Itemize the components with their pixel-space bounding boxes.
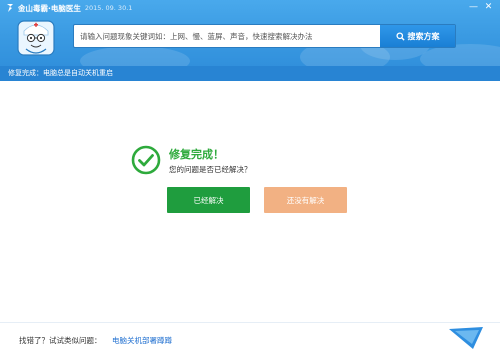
checkmark-circle-icon	[131, 145, 161, 175]
app-version-date: 2015. 09. 30.1	[84, 4, 133, 12]
close-button[interactable]: ✕	[481, 1, 496, 13]
minimize-button[interactable]: —	[466, 1, 481, 13]
solved-button[interactable]: 已经解决	[167, 187, 250, 213]
app-title: 金山毒霸·电脑医生	[18, 3, 81, 13]
title-bar: 金山毒霸·电脑医生 2015. 09. 30.1	[5, 2, 132, 14]
result-question: 您的问题是否已经解决？	[169, 165, 252, 174]
corner-decoration-icon	[449, 327, 483, 349]
search-box: 搜索方案	[73, 24, 456, 48]
cloud-decoration	[80, 46, 190, 66]
search-input[interactable]	[74, 25, 380, 47]
doctor-avatar-icon	[17, 20, 55, 56]
status-bar: 修复完成：电脑总是自动关机重启	[0, 66, 500, 81]
kingsoft-logo-icon	[7, 4, 13, 12]
search-button[interactable]: 搜索方案	[380, 25, 455, 47]
footer-label: 找错了？试试类似问题：	[19, 336, 102, 345]
search-button-label: 搜索方案	[407, 31, 440, 41]
search-icon	[395, 31, 405, 41]
window-controls: — ✕	[466, 1, 496, 13]
result-title: 修复完成！	[169, 148, 224, 161]
footer-divider	[0, 322, 500, 323]
header: 金山毒霸·电脑医生 2015. 09. 30.1 — ✕ 搜索方案	[0, 0, 500, 66]
unsolved-button[interactable]: 还没有解决	[264, 187, 347, 213]
similar-issue-link[interactable]: 电脑关机部署蹲蹲	[112, 335, 172, 346]
